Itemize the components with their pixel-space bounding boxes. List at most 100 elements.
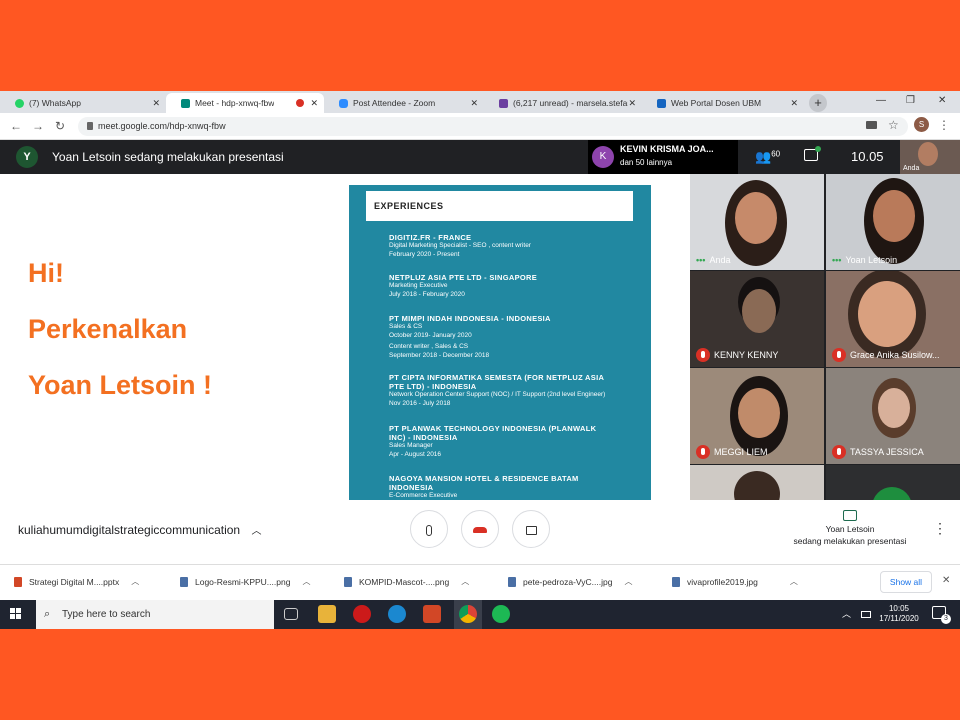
task-view-icon[interactable] [284,608,298,620]
slide-greeting: Hi! [28,258,64,288]
tab-meet[interactable]: Meet - hdp-xnwq-fbw ✕ [166,93,324,113]
participant-tile[interactable]: Grace Anika Susilow... [826,271,960,367]
spotify-icon[interactable] [492,605,510,623]
presenting-banner: Yoan Letsoin sedang melakukan presentasi [52,150,284,164]
show-all-downloads-button[interactable]: Show all [880,571,932,593]
tab-mail[interactable]: (6,217 unread) - marsela.stefan ✕ [484,93,642,113]
tab-zoom[interactable]: Post Attendee - Zoom ✕ [324,93,484,113]
camera-button[interactable] [512,510,550,548]
close-tab-icon[interactable]: ✕ [152,98,160,109]
reload-icon[interactable]: ↻ [55,119,65,133]
chrome-taskbar-button[interactable] [454,600,482,629]
people-icon: 👥 [755,149,772,164]
taskbar-clock[interactable]: 10:05 17/11/2020 [874,604,924,624]
participant-grid: ••• Anda ••• Yoan Letsoin KENNY KENNY Grac… [690,174,960,500]
close-window-icon[interactable]: ✕ [938,95,946,106]
mail-icon [499,98,508,108]
tab-portal-dosen[interactable]: Web Portal Dosen UBM ✕ [642,93,804,113]
address-bar[interactable]: meet.google.com/hdp-xnwq-fbw [78,117,908,136]
close-tab-icon[interactable]: ✕ [470,98,478,109]
self-view-tile[interactable]: Anda [900,140,960,174]
powerpoint-icon[interactable] [423,605,441,623]
close-tab-icon[interactable]: ✕ [790,98,798,109]
restore-icon[interactable]: ❐ [906,95,915,106]
opera-icon[interactable] [353,605,371,623]
download-item[interactable]: KOMPID-Mascot-....png ︿ [344,576,469,587]
participant-tile[interactable]: ••• Yoan Letsoin [826,174,960,270]
ubm-icon [657,98,666,108]
self-video [918,142,938,166]
new-tab-button[interactable]: + [809,94,827,112]
star-icon[interactable]: ☆ [888,118,899,132]
participant-avatar: K [592,146,614,168]
download-item[interactable]: vivaprofile2019.jpg ︿ [672,576,798,587]
close-tab-icon[interactable]: ✕ [628,98,636,109]
participant-tile[interactable] [690,465,824,500]
chrome-icon [459,605,477,623]
chevron-up-icon[interactable]: ︿ [624,576,632,587]
tray-chevron-icon[interactable]: ︿ [842,609,851,619]
chevron-up-icon: ︿ [251,526,262,537]
muted-mic-icon [832,348,846,362]
windows-start-icon[interactable] [10,608,22,620]
profile-avatar[interactable]: S [914,117,929,132]
browser-tab-bar: (7) WhatsApp ✕ Meet - hdp-xnwq-fbw ✕ Pos… [0,91,960,113]
slide-presenter-name: Yoan Letsoin ! [28,370,213,400]
tab-whatsapp[interactable]: (7) WhatsApp ✕ [0,93,166,113]
chevron-up-icon[interactable]: ︿ [461,576,469,587]
participant-tile[interactable]: TASSYA JESSICA [826,368,960,464]
close-tab-icon[interactable]: ✕ [310,98,318,109]
downloads-bar: Strategi Digital M....pptx ︿ Logo-Resmi-K… [0,564,960,600]
chevron-up-icon[interactable]: ︿ [302,576,310,587]
present-icon [843,510,857,521]
presentation-slide: Hi! Perkenalkan Yoan Letsoin ! EXPERIENC… [0,174,690,500]
download-item[interactable]: pete-pedroza-VyC....jpg ︿ [508,576,632,587]
participant-tile[interactable]: KENNY KENNY [690,271,824,367]
cv-panel: EXPERIENCES DIGITIZ.FR - FRANCE Digital … [349,185,651,500]
more-options-icon[interactable]: ⋮ [933,520,947,537]
image-file-icon [672,576,680,587]
camera-indicator-icon[interactable] [866,121,877,129]
presenting-now-panel[interactable]: Yoan Letsoin sedang melakukan presentasi [775,510,925,547]
meeting-details[interactable]: kuliahumumdigitalstrategiccommunication … [18,522,261,537]
presenter-avatar: Y [16,146,38,168]
image-file-icon [508,576,516,587]
taskbar-search-input[interactable]: ⌕ Type here to search [36,600,274,629]
people-button[interactable]: 👥60 [755,149,780,165]
battery-icon[interactable] [861,611,871,618]
image-file-icon [344,576,352,587]
download-item[interactable]: Strategi Digital M....pptx ︿ [14,576,139,587]
microphone-icon [426,524,432,536]
participant-tile[interactable]: ••• Anda [690,174,824,270]
chat-button[interactable] [804,146,821,164]
back-icon[interactable]: ← [10,119,22,133]
close-downloads-icon[interactable]: ✕ [942,575,950,586]
menu-icon[interactable]: ⋮ [938,118,950,132]
notification-icon[interactable]: 3 [932,606,951,624]
speaking-indicator-icon: ••• [832,255,842,265]
address-bar-row: ← → ↻ meet.google.com/hdp-xnwq-fbw ☆ S ⋮ [0,113,960,140]
minimize-icon[interactable]: — [876,95,886,106]
screen: (7) WhatsApp ✕ Meet - hdp-xnwq-fbw ✕ Pos… [0,91,960,629]
participant-tile[interactable]: MEGGI LIEM [690,368,824,464]
microphone-button[interactable] [410,510,448,548]
chevron-up-icon[interactable]: ︿ [131,576,139,587]
muted-mic-icon [696,348,710,362]
meet-icon [181,98,190,108]
experience-item: DIGITIZ.FR - FRANCE Digital Marketing Sp… [389,233,531,258]
slide-intro: Perkenalkan [28,314,188,344]
file-explorer-icon[interactable] [318,605,336,623]
end-call-button[interactable] [461,510,499,548]
experience-item: PT PLANWAK TECHNOLOGY INDONESIA (PLANWAL… [389,424,597,458]
forward-icon[interactable]: → [32,119,44,133]
edge-icon[interactable] [388,605,406,623]
experience-item: PT MIMPI INDAH INDONESIA - INDONESIA Sal… [389,314,551,359]
participant-avatar [872,487,912,500]
zoom-icon [339,98,348,108]
chevron-up-icon[interactable]: ︿ [790,576,798,587]
download-item[interactable]: Logo-Resmi-KPPU....png ︿ [180,576,310,587]
participant-tile[interactable] [826,465,960,500]
meeting-clock: 10.05 [851,149,884,164]
participant-notification[interactable]: K KEVIN KRISMA JOA... dan 50 lainnya [588,140,738,174]
lock-icon [87,122,93,130]
